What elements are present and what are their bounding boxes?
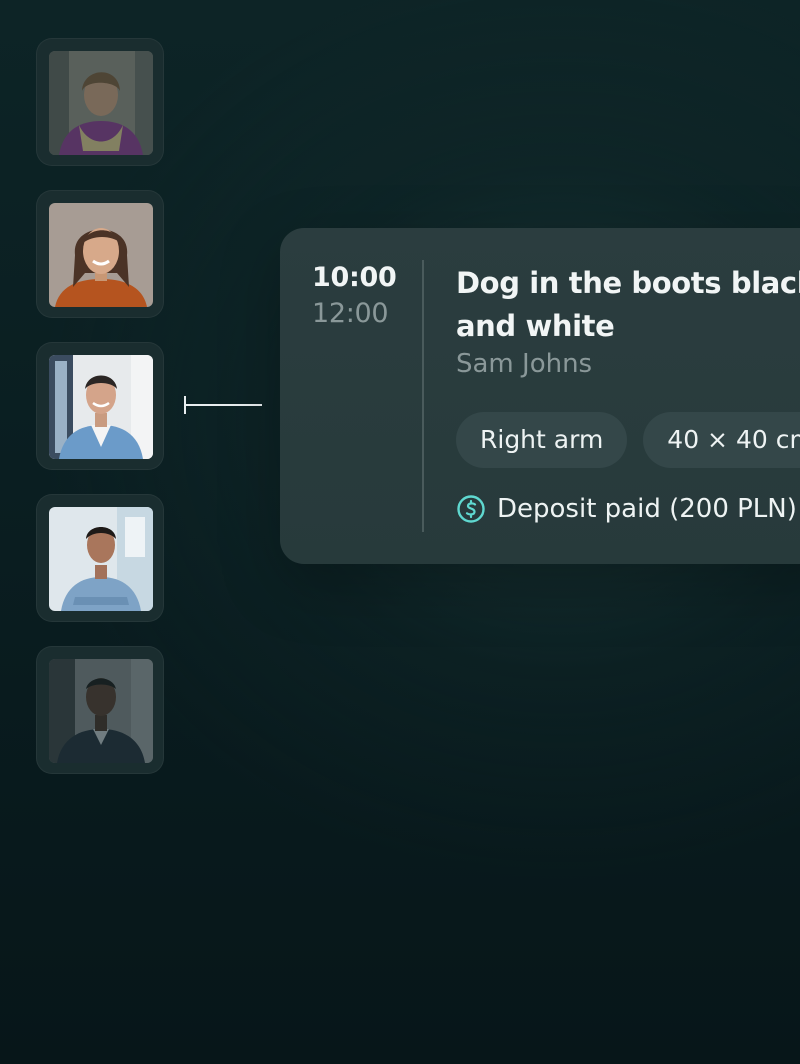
avatar	[49, 51, 153, 155]
appointment-card[interactable]: 10:00 12:00 Dog in the boots black and w…	[280, 228, 800, 564]
artist-avatar-2[interactable]	[36, 190, 164, 318]
artist-avatar-list	[36, 38, 164, 774]
avatar	[49, 659, 153, 763]
end-time: 12:00	[312, 298, 389, 329]
avatar	[49, 507, 153, 611]
tag-body-placement: Right arm	[456, 412, 628, 468]
deposit-label: Deposit paid (200 PLN)	[497, 494, 797, 524]
deposit-status: Deposit paid (200 PLN)	[456, 494, 797, 524]
artist-avatar-3-selected[interactable]	[36, 342, 164, 470]
client-name: Sam Johns	[456, 349, 593, 379]
tag-list: Right arm 40 × 40 cm	[456, 412, 800, 468]
artist-avatar-4[interactable]	[36, 494, 164, 622]
tag-size: 40 × 40 cm	[643, 412, 800, 468]
divider	[422, 260, 424, 532]
start-time: 10:00	[312, 262, 397, 293]
connector-line	[184, 396, 262, 414]
dollar-circle-icon	[456, 494, 486, 524]
artist-avatar-1[interactable]	[36, 38, 164, 166]
avatar	[49, 355, 153, 459]
avatar	[49, 203, 153, 307]
appointment-title: Dog in the boots black and white	[456, 266, 800, 343]
artist-avatar-5[interactable]	[36, 646, 164, 774]
